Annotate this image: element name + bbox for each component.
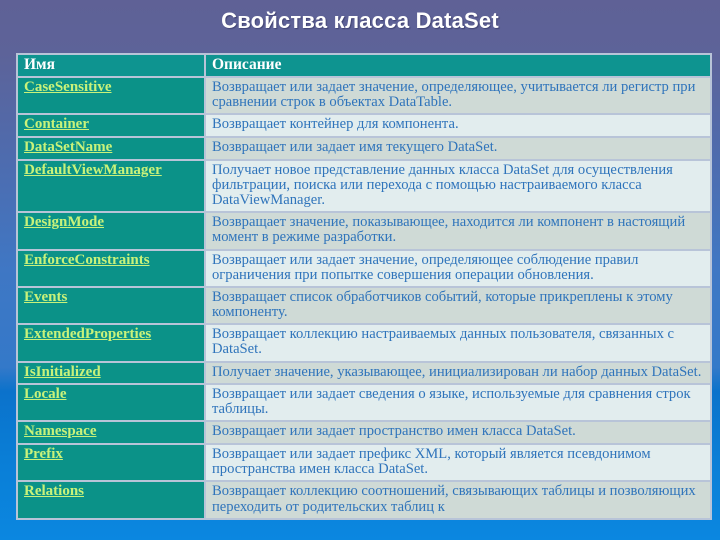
property-name-link[interactable]: ExtendedProperties — [24, 326, 151, 342]
table-row: Locale Возвращает или задает сведения о я… — [18, 385, 710, 421]
property-name-cell: ExtendedProperties — [18, 325, 204, 361]
properties-table-container: Имя Описание CaseSensitive Возвращает или… — [16, 53, 712, 520]
property-description-cell: Возвращает или задает префикс XML, котор… — [206, 445, 710, 481]
property-name-link[interactable]: Locale — [24, 386, 67, 402]
table-row: ExtendedProperties Возвращает коллекцию н… — [18, 325, 710, 361]
page-title: Свойства класса DataSet — [221, 8, 499, 33]
table-row: DesignMode Возвращает значение, показываю… — [18, 213, 710, 249]
table-row: Prefix Возвращает или задает префикс XML,… — [18, 445, 710, 481]
property-name-link[interactable]: EnforceConstraints — [24, 252, 150, 268]
property-name-link[interactable]: DataSetName — [24, 139, 112, 155]
property-name-link[interactable]: DefaultViewManager — [24, 162, 162, 178]
property-description-cell: Возвращает коллекцию настраиваемых данны… — [206, 325, 710, 361]
property-name-cell: DefaultViewManager — [18, 160, 204, 212]
property-name-cell: DataSetName — [18, 138, 204, 159]
column-header-name: Имя — [18, 55, 204, 77]
table-row: Container Возвращает контейнер для компон… — [18, 115, 710, 137]
property-description-cell: Возвращает или задает значение, определя… — [206, 250, 710, 286]
property-name-link[interactable]: DesignMode — [24, 214, 104, 230]
table-row: EnforceConstraints Возвращает или задает … — [18, 250, 710, 286]
property-name-cell: Container — [18, 115, 204, 137]
property-description-cell: Возвращает или задает значение, определя… — [206, 78, 710, 114]
property-name-cell: IsInitialized — [18, 362, 204, 384]
property-name-link[interactable]: Container — [24, 116, 89, 133]
table-row: Relations Возвращает коллекцию соотношени… — [18, 482, 710, 518]
property-name-cell: CaseSensitive — [18, 78, 204, 114]
property-name-cell: EnforceConstraints — [18, 250, 204, 286]
property-description-cell: Возвращает значение, показывающее, наход… — [206, 213, 710, 249]
property-name-link[interactable]: CaseSensitive — [24, 79, 112, 95]
property-name-link[interactable]: Events — [24, 289, 67, 305]
table-body: CaseSensitive Возвращает или задает значе… — [18, 78, 710, 518]
property-description-cell: Получает значение, указывающее, инициали… — [206, 362, 710, 384]
properties-table: Имя Описание CaseSensitive Возвращает или… — [16, 53, 712, 520]
property-name-cell: Locale — [18, 385, 204, 421]
property-description-cell: Возвращает или задает сведения о языке, … — [206, 385, 710, 421]
property-description-cell: Получает новое представление данных клас… — [206, 160, 710, 212]
slide: Свойства класса DataSet Имя Описание Cas… — [0, 0, 720, 540]
property-name-link[interactable]: IsInitialized — [24, 364, 101, 380]
table-row: IsInitialized Получает значение, указываю… — [18, 362, 710, 384]
table-row: DefaultViewManager Получает новое предста… — [18, 160, 710, 212]
property-description-cell: Возвращает список обработчиков событий, … — [206, 287, 710, 324]
property-name-cell: Relations — [18, 482, 204, 518]
property-description-cell: Возвращает контейнер для компонента. — [206, 115, 710, 137]
property-description-cell: Возвращает коллекцию соотношений, связыв… — [206, 482, 710, 518]
property-name-cell: Namespace — [18, 422, 204, 444]
property-description-cell: Возвращает или задает имя текущего DataS… — [206, 138, 710, 159]
property-name-cell: DesignMode — [18, 213, 204, 249]
property-name-link[interactable]: Prefix — [24, 446, 63, 462]
table-row: CaseSensitive Возвращает или задает значе… — [18, 78, 710, 114]
property-name-link[interactable]: Namespace — [24, 423, 96, 440]
table-header-row: Имя Описание — [18, 55, 710, 77]
table-row: Namespace Возвращает или задает пространс… — [18, 422, 710, 444]
column-header-description: Описание — [206, 55, 710, 77]
property-name-link[interactable]: Relations — [24, 483, 84, 500]
property-name-cell: Events — [18, 287, 204, 324]
table-row: DataSetName Возвращает или задает имя тек… — [18, 138, 710, 159]
table-header: Имя Описание — [18, 55, 710, 77]
property-name-cell: Prefix — [18, 445, 204, 481]
property-description-cell: Возвращает или задает пространство имен … — [206, 422, 710, 444]
table-row: Events Возвращает список обработчиков соб… — [18, 287, 710, 324]
